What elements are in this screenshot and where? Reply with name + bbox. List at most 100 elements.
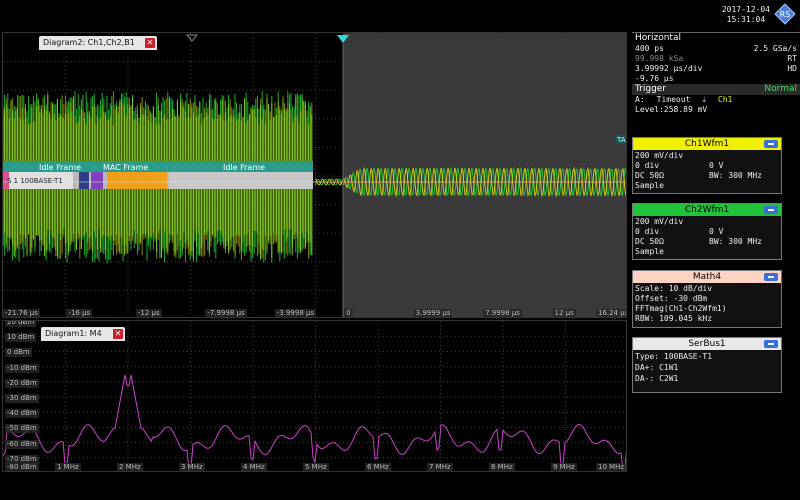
trigger-source-label: A: xyxy=(635,95,645,104)
trigger-level: Level:258.89 mV xyxy=(635,105,708,114)
x-tick-label: -3.9998 µs xyxy=(274,309,317,317)
frame-idle-2: Idle Frame xyxy=(223,163,265,172)
mode-rt: RT xyxy=(787,54,797,63)
trigger-type: Timeout xyxy=(656,95,691,104)
x-tick-label: 5 MHz xyxy=(303,463,329,471)
time-plot[interactable]: Idle Frame MAC Frame Idle Frame S 1 100B… xyxy=(3,33,627,318)
trigger-channel: Ch1 xyxy=(717,95,733,104)
time-scale: 400 ps xyxy=(635,44,664,53)
mode-hd: HD xyxy=(787,64,797,73)
diagram1-tab[interactable]: Diagram1: M4 ✕ xyxy=(41,327,125,341)
x-tick-label: 3.9999 µs xyxy=(413,309,453,317)
x-tick-label: 16.24 µs xyxy=(596,309,626,317)
horizontal-title: Horizontal xyxy=(635,33,681,43)
x-tick-label: -21.76 µs xyxy=(3,309,40,317)
ch1-bw: BW: 300 MHz xyxy=(709,171,762,180)
x-tick-label: 7 MHz xyxy=(427,463,453,471)
y-tick-label: 0 dBm xyxy=(5,348,32,358)
rs-logo-icon[interactable]: RS xyxy=(774,3,796,25)
math4-rbw: RBW: 109.045 kHz xyxy=(635,314,713,323)
serbus1-dap: DA+: C1W1 xyxy=(635,363,679,372)
x-tick-label: 2 MHz xyxy=(117,463,143,471)
frame-idle-1: Idle Frame xyxy=(39,163,81,172)
x-tick-label: 9 MHz xyxy=(551,463,577,471)
datetime: 2017-12-04 15:31:04 xyxy=(722,5,770,25)
ch2-box[interactable]: Ch2Wfm1 200 mV/div 0 div 0 V DC 50Ω BW: 30… xyxy=(632,203,782,260)
ch1-acq: Sample xyxy=(635,181,664,190)
y-tick-label: 20 dBm xyxy=(5,320,37,327)
x-tick-label: 3 MHz xyxy=(179,463,205,471)
math4-offset: Offset: -30 dBm xyxy=(635,294,708,303)
y-tick-label: -80 dBm xyxy=(5,463,39,471)
svg-text:RS: RS xyxy=(780,10,791,19)
x-tick-label: 7.9998 µs xyxy=(483,309,522,317)
ch2-coupling: DC 50Ω xyxy=(635,237,664,246)
ch1-title: Ch1Wfm1 xyxy=(684,139,730,149)
x-tick-label: 1 MHz xyxy=(55,463,81,471)
diagram1-close-icon[interactable]: ✕ xyxy=(113,329,123,339)
mac-data-block xyxy=(107,172,167,189)
diagram1-fft[interactable]: Diagram1: M4 ✕ 20 dBm 10 dBm 0 dBm -10 dBm -… xyxy=(2,320,627,472)
ch2-scale: 200 mV/div xyxy=(635,217,684,226)
date-text: 2017-12-04 xyxy=(721,5,770,14)
x-tick-label: -12 µs xyxy=(135,309,162,317)
math4-title: Math4 xyxy=(692,272,722,282)
serbus1-dam: DA-: C2W1 xyxy=(635,374,679,383)
y-tick-label: -10 dBm xyxy=(5,363,39,373)
diagram2-time[interactable]: Idle Frame MAC Frame Idle Frame S 1 100B… xyxy=(2,32,627,318)
ch2-acq: Sample xyxy=(635,247,664,256)
serbus1-type: Type: 100BASE-T1 xyxy=(635,352,713,361)
trigger-mode: Normal xyxy=(764,84,797,94)
fft-plot[interactable] xyxy=(3,321,627,472)
ch1-scale: 200 mV/div xyxy=(635,151,684,160)
diagram1-tab-label: Diagram1: M4 xyxy=(45,329,102,338)
y-tick-label: -20 dBm xyxy=(5,378,39,388)
y-tick-label: -60 dBm xyxy=(5,439,39,449)
bus-label: S 1 100BASE-T1 xyxy=(7,177,63,185)
x-tick-label: -7.9998 µs xyxy=(205,309,247,317)
ch1-minimize-icon[interactable] xyxy=(764,140,778,148)
time-div: 3.99992 µs/div xyxy=(635,64,703,73)
diagram2-tab-label: Diagram2: Ch1,Ch2,B1 xyxy=(43,38,135,47)
ch2-title: Ch2Wfm1 xyxy=(684,205,730,215)
ch1-box[interactable]: Ch1Wfm1 200 mV/div 0 div 0 V DC 50Ω BW: 30… xyxy=(632,137,782,194)
time-offset: -9.76 µs xyxy=(635,74,674,83)
ch2-minimize-icon[interactable] xyxy=(764,206,778,214)
x-tick-label: 12 µs xyxy=(552,309,576,317)
x-tick-label: 0 xyxy=(344,309,353,317)
trigger-title: Trigger xyxy=(635,84,667,94)
ref-marker-icon xyxy=(185,34,199,42)
y-tick-label: -30 dBm xyxy=(5,394,39,403)
ch1-offset: 0 div xyxy=(635,161,660,170)
sample-rate: 2.5 GSa/s xyxy=(753,44,797,53)
frame-mac: MAC Frame xyxy=(103,163,148,172)
serbus1-box[interactable]: SerBus1 Type: 100BASE-T1 DA+: C1W1 DA-: … xyxy=(632,337,782,393)
serbus1-title: SerBus1 xyxy=(688,339,726,349)
y-tick-label: 10 dBm xyxy=(5,333,37,343)
y-tick-label: -40 dBm xyxy=(5,409,39,419)
math4-box[interactable]: Math4 Scale: 10 dB/div Offset: -30 dBm F… xyxy=(632,270,782,328)
ch2-offset: 0 div xyxy=(635,227,660,236)
ch2-pos: 0 V xyxy=(709,227,724,236)
horizontal-panel[interactable]: Horizontal 400 ps 2.5 GSa/s 99.998 kSa RT … xyxy=(632,32,800,124)
math4-scale: Scale: 10 dB/div xyxy=(635,284,713,293)
serbus1-minimize-icon[interactable] xyxy=(764,340,778,348)
ch1-pos: 0 V xyxy=(709,161,724,170)
ch2-bw: BW: 300 MHz xyxy=(709,237,762,246)
x-tick-label: 10 MHz xyxy=(596,463,626,471)
y-tick-label: -50 dBm xyxy=(5,424,39,434)
trigger-edge-icon: ⤓ xyxy=(702,95,706,104)
x-tick-label: 4 MHz xyxy=(241,463,267,471)
math4-expr: FFTmag(Ch1-Ch2Wfm1) xyxy=(635,304,727,313)
x-tick-label: 6 MHz xyxy=(365,463,391,471)
diagram2-close-icon[interactable]: ✕ xyxy=(145,38,155,48)
record-length: 99.998 kSa xyxy=(635,54,684,63)
x-tick-label: -16 µs xyxy=(66,309,93,317)
diagram2-tab[interactable]: Diagram2: Ch1,Ch2,B1 ✕ xyxy=(39,36,157,50)
x-tick-label: 8 MHz xyxy=(489,463,515,471)
ch1-coupling: DC 50Ω xyxy=(635,171,664,180)
top-bar: 2017-12-04 15:31:04 RS xyxy=(0,0,800,32)
trigger-header[interactable]: Trigger Normal xyxy=(632,84,800,95)
time-text: 15:31:04 xyxy=(726,15,766,24)
math4-minimize-icon[interactable] xyxy=(764,273,778,281)
